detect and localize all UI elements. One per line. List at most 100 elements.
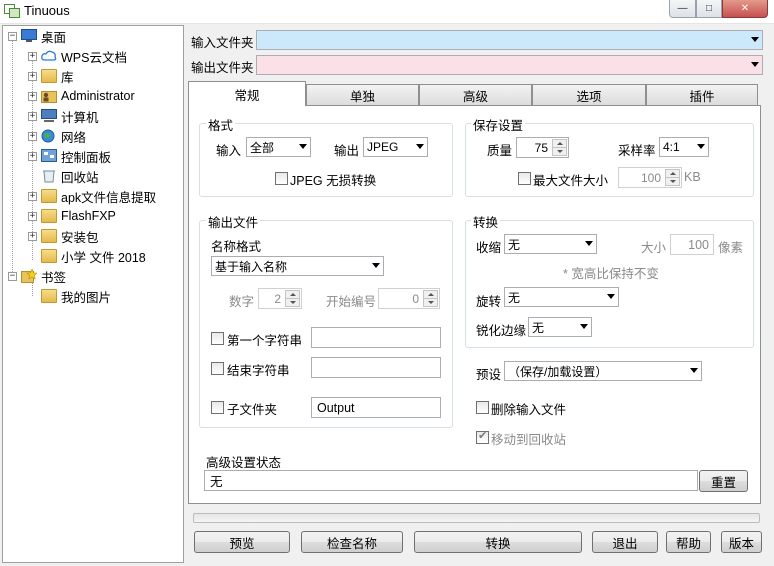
- tree-item-school-files[interactable]: 小学 文件 2018: [41, 247, 146, 265]
- quality-label: 质量: [487, 144, 513, 158]
- input-folder-combo[interactable]: [256, 30, 763, 50]
- tree-item-label: 计算机: [61, 110, 99, 125]
- tree-item-network[interactable]: + 网络: [28, 127, 86, 145]
- expand-icon[interactable]: +: [28, 91, 37, 101]
- chevron-down-icon: [585, 241, 593, 246]
- sampling-select[interactable]: 4:1: [659, 137, 709, 157]
- tree-item-my-pictures[interactable]: 我的图片: [41, 287, 111, 305]
- tab-general[interactable]: 常规: [188, 81, 306, 106]
- expand-icon[interactable]: +: [28, 71, 37, 81]
- tree-item-desktop[interactable]: − 桌面: [8, 27, 66, 45]
- sharpen-label: 锐化边缘: [476, 324, 527, 338]
- chevron-down-icon: [416, 144, 424, 149]
- tree-item-label: FlashFXP: [61, 209, 116, 223]
- output-file-label: 输出文件: [206, 212, 261, 231]
- network-icon: [41, 129, 55, 143]
- tab-advanced[interactable]: 高级: [419, 84, 532, 105]
- spin-down-icon[interactable]: [423, 298, 438, 307]
- format-output-select[interactable]: JPEG: [363, 137, 428, 157]
- close-button[interactable]: ✕: [722, 0, 768, 18]
- shrink-select[interactable]: 无: [504, 234, 597, 254]
- expand-icon[interactable]: +: [28, 131, 37, 141]
- maximize-button[interactable]: □: [696, 0, 722, 18]
- folder-tree[interactable]: − 桌面 + WPS云文档 + 库 + Administrator + 计算机 …: [2, 25, 184, 563]
- quality-spinner[interactable]: 75: [516, 137, 569, 158]
- tree-item-label: apk文件信息提取: [61, 190, 157, 205]
- tab-individual[interactable]: 单独: [306, 84, 419, 105]
- subfolder-checkbox[interactable]: [211, 401, 224, 414]
- tree-item-label: 小学 文件 2018: [61, 250, 146, 265]
- first-string-input[interactable]: [311, 327, 441, 348]
- max-file-size-spinner[interactable]: 100: [618, 167, 682, 188]
- tree-item-administrator[interactable]: + Administrator: [28, 87, 135, 105]
- chevron-down-icon[interactable]: [751, 37, 759, 42]
- sampling-label: 采样率: [618, 144, 656, 158]
- tree-item-apk-extract[interactable]: + apk文件信息提取: [28, 187, 156, 205]
- name-format-select[interactable]: 基于输入名称: [211, 256, 384, 276]
- advanced-status-label: 高级设置状态: [206, 456, 282, 470]
- version-button[interactable]: 版本: [721, 531, 762, 553]
- tree-item-label: 控制面板: [61, 150, 112, 165]
- expand-icon[interactable]: +: [28, 211, 37, 221]
- chevron-down-icon: [580, 324, 588, 329]
- delete-input-checkbox[interactable]: [476, 401, 489, 414]
- tree-item-library[interactable]: + 库: [28, 67, 74, 85]
- jpeg-lossless-checkbox[interactable]: [275, 172, 288, 185]
- move-to-recycle-checkbox[interactable]: [476, 429, 489, 444]
- preset-select[interactable]: （保存/加载设置）: [504, 361, 702, 381]
- quality-value: 75: [534, 141, 548, 155]
- title-bar: Tinuous — □ ✕: [0, 0, 774, 24]
- expand-icon[interactable]: +: [28, 151, 37, 161]
- size-unit: 像素: [718, 241, 744, 255]
- control-panel-icon: [41, 149, 57, 162]
- tab-options[interactable]: 选项: [532, 84, 646, 105]
- collapse-icon[interactable]: −: [8, 31, 17, 41]
- chevron-down-icon[interactable]: [751, 62, 759, 67]
- tree-item-label: 回收站: [61, 170, 99, 185]
- name-format-value: 基于输入名称: [215, 259, 288, 274]
- expand-icon[interactable]: +: [28, 111, 37, 121]
- size-input[interactable]: 100: [670, 234, 714, 255]
- delete-input-label: 删除输入文件: [491, 403, 567, 417]
- app-icon: [4, 4, 20, 18]
- tree-item-bookmarks[interactable]: − 书签: [8, 267, 66, 285]
- convert-button[interactable]: 转换: [414, 531, 582, 553]
- start-number-spinner[interactable]: 0: [378, 288, 440, 309]
- subfolder-input[interactable]: Output: [311, 397, 441, 418]
- minimize-button[interactable]: —: [669, 0, 696, 18]
- end-string-input[interactable]: [311, 357, 441, 378]
- first-string-checkbox[interactable]: [211, 332, 224, 345]
- tree-item-control-panel[interactable]: + 控制面板: [28, 147, 111, 165]
- end-string-checkbox[interactable]: [211, 362, 224, 375]
- format-input-select[interactable]: 全部: [246, 137, 311, 157]
- tree-item-computer[interactable]: + 计算机: [28, 107, 99, 125]
- preview-button[interactable]: 预览: [194, 531, 290, 553]
- tree-item-flashfxp[interactable]: + FlashFXP: [28, 207, 116, 225]
- spin-down-icon[interactable]: [285, 298, 300, 307]
- exit-button[interactable]: 退出: [592, 531, 658, 553]
- help-button[interactable]: 帮助: [666, 531, 711, 553]
- digits-label: 数字: [229, 295, 255, 309]
- save-settings-label: 保存设置: [471, 115, 526, 134]
- tree-item-installers[interactable]: + 安装包: [28, 227, 99, 245]
- first-string-label: 第一个字符串: [227, 334, 303, 348]
- sampling-value: 4:1: [663, 140, 680, 154]
- spin-down-icon[interactable]: [552, 147, 567, 156]
- expand-icon[interactable]: +: [28, 191, 37, 201]
- collapse-icon[interactable]: −: [8, 271, 17, 281]
- expand-icon[interactable]: +: [28, 51, 37, 61]
- expand-icon[interactable]: +: [28, 231, 37, 241]
- tab-plugins[interactable]: 插件: [646, 84, 758, 105]
- output-folder-combo[interactable]: [256, 55, 763, 75]
- max-file-size-checkbox[interactable]: [518, 172, 531, 185]
- tree-item-recycle-bin[interactable]: 回收站: [41, 167, 99, 185]
- check-names-button[interactable]: 检查名称: [301, 531, 403, 553]
- digits-spinner[interactable]: 2: [258, 288, 302, 309]
- tree-item-wps-cloud[interactable]: + WPS云文档: [28, 47, 127, 65]
- folder-icon: [41, 229, 57, 243]
- rotate-select[interactable]: 无: [504, 287, 619, 307]
- sharpen-select[interactable]: 无: [528, 317, 592, 337]
- recycle-bin-icon: [43, 170, 55, 183]
- spin-down-icon[interactable]: [665, 177, 680, 186]
- reset-button[interactable]: 重置: [699, 470, 748, 492]
